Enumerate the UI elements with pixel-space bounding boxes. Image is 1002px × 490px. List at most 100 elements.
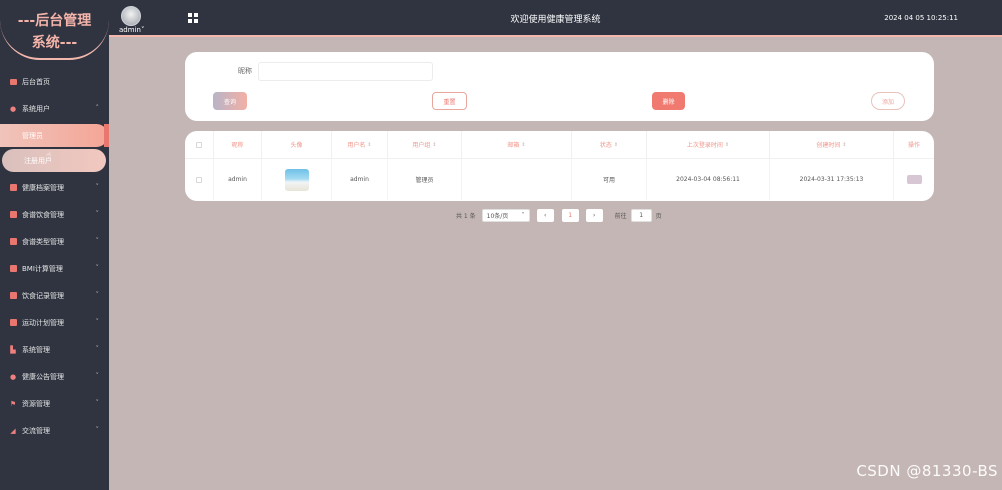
sidebar-item-label: 健康档案管理 bbox=[22, 183, 64, 192]
column-header: 昵称 bbox=[214, 131, 262, 159]
search-panel: 昵称 查询 重置 删除 添加 bbox=[185, 52, 934, 121]
sort-icon: ⇕ bbox=[521, 141, 526, 148]
sidebar-menu: 后台首页 ● 系统用户 ˄ 管理员 注册用户 健康档案管理 ˅ 食谱饮食管理 ˅… bbox=[0, 68, 109, 444]
sidebar-item-home[interactable]: 后台首页 bbox=[0, 68, 109, 95]
select-all-checkbox[interactable] bbox=[185, 131, 214, 159]
edit-button[interactable] bbox=[906, 175, 922, 184]
goto-page-input[interactable]: 1 bbox=[630, 208, 652, 222]
sidebar-item-system[interactable]: ▙ 系统管理 ˅ bbox=[0, 336, 109, 363]
chevron-down-icon: ˅ bbox=[95, 426, 100, 434]
chevron-down-icon: ˅ bbox=[95, 345, 100, 353]
sidebar-item-label: 食谱类型管理 bbox=[22, 237, 64, 246]
chevron-down-icon: ˅ bbox=[95, 372, 100, 380]
add-button[interactable]: 添加 bbox=[871, 92, 905, 110]
avatar-thumbnail bbox=[284, 168, 309, 191]
prev-page-button[interactable]: ‹ bbox=[536, 208, 554, 222]
next-page-button[interactable]: › bbox=[585, 208, 603, 222]
sidebar-item-label: 运动计划管理 bbox=[22, 318, 64, 327]
sidebar-item-exercise-plans[interactable]: 运动计划管理 ˅ bbox=[0, 309, 109, 336]
chevron-down-icon: ˅ bbox=[95, 237, 100, 245]
sidebar-subitem-label: 管理员 bbox=[22, 131, 43, 140]
sort-icon: ⇕ bbox=[613, 141, 619, 148]
row-checkbox[interactable] bbox=[185, 159, 214, 200]
goto-label: 前往 bbox=[614, 212, 627, 220]
chart-icon bbox=[9, 319, 17, 327]
sidebar-item-label: 食谱饮食管理 bbox=[22, 210, 64, 219]
active-indicator bbox=[104, 124, 109, 147]
nickname-input[interactable] bbox=[258, 62, 433, 81]
sidebar-item-label: 资源管理 bbox=[22, 399, 50, 408]
sidebar-subitem-registered-users[interactable]: 注册用户 bbox=[0, 149, 109, 172]
top-bar: admin˅ 欢迎使用健康管理系统 2024 04 05 10:25:11 bbox=[109, 0, 1002, 37]
chart-icon bbox=[9, 238, 17, 246]
pager-total: 共 1 条 bbox=[456, 212, 476, 220]
info-icon: ● bbox=[9, 372, 17, 381]
sidebar-item-health-records[interactable]: 健康档案管理 ˅ bbox=[0, 174, 109, 201]
sidebar-item-bmi[interactable]: BMI计算管理 ˅ bbox=[0, 255, 109, 282]
column-header: 头像 bbox=[262, 131, 332, 159]
sidebar-item-label: 系统管理 bbox=[22, 345, 50, 354]
sidebar-item-resources[interactable]: ⚑ 资源管理 ˅ bbox=[0, 390, 109, 417]
sort-icon: ⇕ bbox=[724, 141, 730, 148]
flag-icon: ⚑ bbox=[9, 399, 17, 408]
chevron-up-icon: ˄ bbox=[95, 104, 100, 112]
sidebar-item-recipes[interactable]: 食谱饮食管理 ˅ bbox=[0, 201, 109, 228]
user-name: admin bbox=[119, 26, 141, 34]
logo-line-1: ---后台管理 bbox=[17, 13, 92, 29]
chart-icon bbox=[9, 292, 17, 300]
cell-email bbox=[462, 159, 572, 200]
sidebar-item-label: BMI计算管理 bbox=[22, 264, 63, 273]
column-header-sortable[interactable]: 用户名 ⇕ bbox=[332, 131, 388, 159]
sidebar: ---后台管理 系统--- 后台首页 ● 系统用户 ˄ 管理员 注册用户 健康档… bbox=[0, 0, 109, 490]
sidebar-item-label: 系统用户 bbox=[22, 104, 50, 113]
pagination: 共 1 条 10条/页 ˅ ‹ 1 › 前往 1 页 bbox=[456, 208, 662, 222]
sort-icon: ⇕ bbox=[367, 141, 372, 148]
watermark: CSDN @81330-BS bbox=[856, 462, 998, 480]
chart-icon bbox=[9, 211, 17, 219]
user-icon: ● bbox=[9, 104, 17, 113]
monitor-icon bbox=[9, 78, 17, 86]
query-button[interactable]: 查询 bbox=[213, 92, 247, 110]
sidebar-item-label: 健康公告管理 bbox=[22, 372, 64, 381]
column-header-sortable[interactable]: 邮箱 ⇕ bbox=[462, 131, 572, 159]
hand-cursor-icon: ☝ bbox=[46, 151, 52, 161]
chevron-down-icon: ˅ bbox=[521, 211, 525, 219]
chevron-down-icon: ˅ bbox=[95, 318, 100, 326]
cell-last-login: 2024-03-04 08:56:11 bbox=[647, 159, 770, 200]
sort-icon: ⇕ bbox=[842, 141, 847, 148]
cell-username: admin bbox=[332, 159, 388, 200]
sidebar-item-label: 饮食记录管理 bbox=[22, 291, 64, 300]
chart-icon bbox=[9, 184, 17, 192]
cell-status: 可用 bbox=[572, 159, 647, 200]
sidebar-item-recipe-types[interactable]: 食谱类型管理 ˅ bbox=[0, 228, 109, 255]
delete-button[interactable]: 删除 bbox=[652, 92, 685, 110]
user-menu[interactable]: admin˅ bbox=[119, 26, 144, 34]
chart-icon bbox=[9, 265, 17, 273]
page-number[interactable]: 1 bbox=[561, 208, 579, 222]
sidebar-item-diet-records[interactable]: 饮食记录管理 ˅ bbox=[0, 282, 109, 309]
bars-icon: ▙ bbox=[10, 345, 16, 354]
nickname-label: 昵称 bbox=[238, 67, 252, 75]
chevron-down-icon: ˅ bbox=[95, 183, 100, 191]
sidebar-item-label: 交流管理 bbox=[22, 426, 50, 435]
page-size-select[interactable]: 10条/页 ˅ bbox=[481, 208, 530, 222]
data-table: 昵称 头像 用户名 ⇕ 用户组 ⇕ 邮箱 ⇕ 状态 ⇕ 上次登录时间 ⇕ 创建时间 ⇕ 操作… bbox=[185, 131, 934, 201]
column-header-sortable[interactable]: 状态 ⇕ bbox=[572, 131, 647, 159]
column-header-sortable[interactable]: 用户组 ⇕ bbox=[388, 131, 462, 159]
cell-nickname: admin bbox=[214, 159, 262, 200]
sidebar-subitem-admin[interactable]: 管理员 bbox=[0, 124, 109, 147]
column-header-sortable[interactable]: 创建时间 ⇕ bbox=[770, 131, 894, 159]
sidebar-item-label: 后台首页 bbox=[22, 77, 50, 86]
logo-line-2: 系统--- bbox=[31, 35, 78, 51]
page-title: 欢迎使用健康管理系统 bbox=[510, 15, 601, 25]
datetime: 2024 04 05 10:25:11 bbox=[884, 14, 958, 22]
sidebar-item-announcements[interactable]: ● 健康公告管理 ˅ bbox=[0, 363, 109, 390]
column-header-sortable[interactable]: 上次登录时间 ⇕ bbox=[647, 131, 770, 159]
chevron-down-icon: ˅ bbox=[95, 399, 100, 407]
sidebar-item-system-users[interactable]: ● 系统用户 ˄ bbox=[0, 95, 109, 122]
cell-created: 2024-03-31 17:35:13 bbox=[770, 159, 894, 200]
cell-avatar bbox=[262, 159, 332, 200]
reset-button[interactable]: 重置 bbox=[432, 92, 467, 110]
chevron-down-icon: ˅ bbox=[95, 264, 100, 272]
sidebar-item-communication[interactable]: ◢ 交流管理 ˅ bbox=[0, 417, 109, 444]
